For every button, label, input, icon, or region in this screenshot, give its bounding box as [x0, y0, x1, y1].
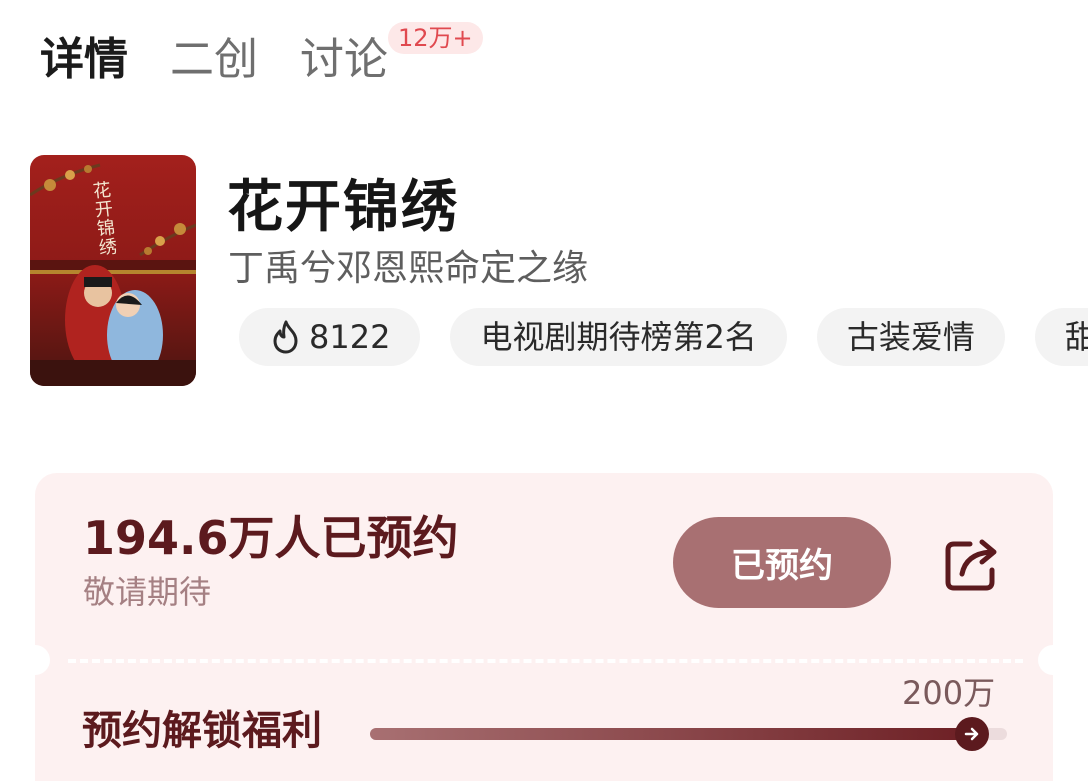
card-divider — [68, 659, 1023, 663]
progress-fill — [370, 728, 976, 740]
unlock-benefits-label: 预约解锁福利 — [82, 708, 322, 754]
fire-icon — [269, 319, 303, 355]
reservation-note: 敬请期待 — [83, 573, 212, 611]
reservation-count: 194.6万人已预约 — [83, 511, 459, 565]
discussion-count-badge: 12万+ — [388, 22, 483, 54]
heat-value: 8122 — [309, 318, 391, 356]
ranking-tag-label: 电视剧期待榜第2名 — [480, 318, 757, 356]
tab-fan-creations-label: 二创 — [170, 34, 258, 85]
tag-row: 8122 电视剧期待榜第2名 古装爱情 甜 — [239, 308, 1088, 366]
tab-fan-creations[interactable]: 二创 — [170, 28, 258, 92]
show-detail-page: 详情 二创 讨论 12万+ 花开锦绣 花开锦绣 丁禹兮邓恩熙命定之缘 8122 … — [0, 0, 1088, 781]
show-title: 花开锦绣 — [227, 175, 459, 240]
share-button[interactable] — [940, 532, 1004, 596]
tab-discussion[interactable]: 讨论 12万+ — [300, 22, 483, 92]
goal-label: 200万 — [902, 674, 996, 712]
reserved-button[interactable]: 已预约 — [673, 517, 891, 608]
show-poster[interactable]: 花开锦绣 — [30, 155, 196, 386]
card-notch-left — [20, 645, 50, 675]
style-tag[interactable]: 甜 — [1034, 308, 1088, 366]
card-notch-right — [1038, 645, 1068, 675]
ranking-tag[interactable]: 电视剧期待榜第2名 — [450, 308, 787, 366]
tab-details-label: 详情 — [40, 34, 128, 85]
show-subtitle: 丁禹兮邓恩熙命定之缘 — [228, 248, 589, 289]
genre-tag[interactable]: 古装爱情 — [816, 308, 1005, 366]
arrow-right-icon — [964, 727, 979, 741]
share-icon — [945, 539, 997, 591]
tab-bar: 详情 二创 讨论 12万+ — [40, 22, 483, 92]
reservation-progress-bar — [370, 717, 1007, 751]
progress-knob[interactable] — [955, 717, 990, 751]
genre-tag-label: 古装爱情 — [846, 318, 975, 356]
heat-tag[interactable]: 8122 — [239, 308, 421, 366]
style-tag-label: 甜 — [1064, 318, 1088, 356]
tab-details[interactable]: 详情 — [40, 28, 128, 92]
tab-discussion-label: 讨论 — [300, 34, 388, 85]
